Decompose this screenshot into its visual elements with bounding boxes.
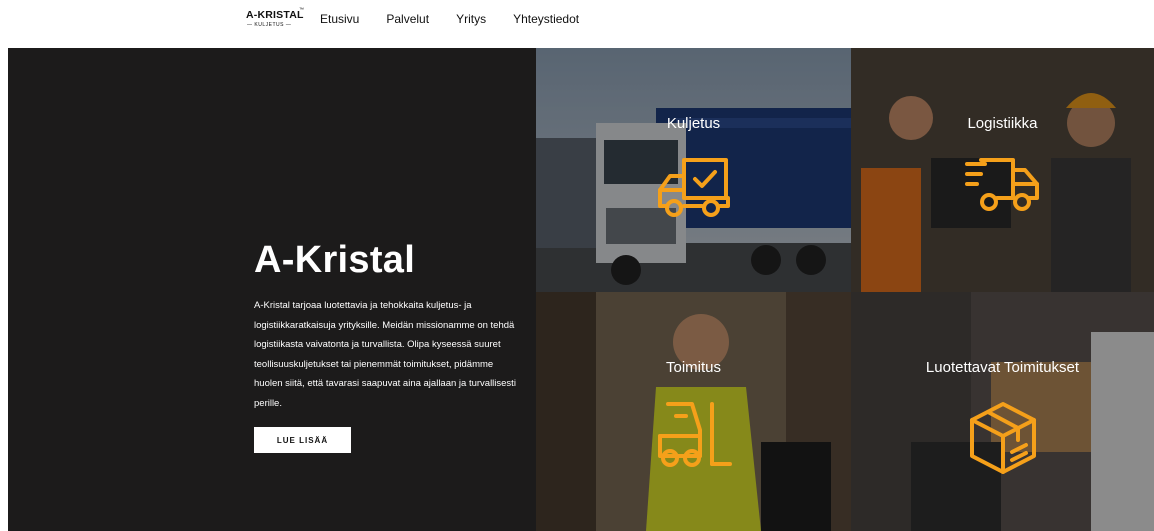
nav-item-yritys[interactable]: Yritys: [456, 11, 486, 27]
hero-title: A-Kristal: [254, 239, 416, 281]
hero-description: A-Kristal tarjoaa luotettavia ja tehokka…: [254, 300, 516, 409]
service-tile-toimitus[interactable]: Toimitus: [536, 292, 851, 531]
tile-label: Luotettavat Toimitukset: [925, 359, 1080, 376]
logo-subtitle: — KULJETUS —: [247, 22, 292, 28]
nav-item-etusivu[interactable]: Etusivu: [320, 11, 359, 27]
service-tile-logistiikka[interactable]: Logistiikka: [851, 48, 1154, 292]
forklift-icon: [657, 402, 732, 467]
read-more-button[interactable]: LUE LISÄÄ: [254, 427, 351, 453]
hero-section: A-Kristal A-Kristal tarjoaa luotettavia …: [8, 48, 536, 531]
package-box-icon: [969, 402, 1036, 474]
nav-item-yhteystiedot[interactable]: Yhteystiedot: [513, 11, 579, 27]
tile-label: Logistiikka: [967, 115, 1038, 132]
tile-label: Kuljetus: [666, 115, 721, 132]
service-tile-luotettavat-toimitukset[interactable]: Luotettavat Toimitukset: [851, 292, 1154, 531]
service-tile-kuljetus[interactable]: Kuljetus: [536, 48, 851, 292]
nav-item-palvelut[interactable]: Palvelut: [386, 11, 429, 27]
logo[interactable]: A-KRISTAL ™ — KULJETUS —: [246, 7, 304, 31]
logo-text: A-KRISTAL: [246, 9, 304, 21]
truck-check-icon: [657, 158, 730, 217]
tile-label: Toimitus: [665, 359, 721, 376]
fast-delivery-truck-icon: [964, 158, 1039, 211]
site-header: A-KRISTAL ™ — KULJETUS — Etusivu Palvelu…: [0, 0, 1154, 46]
main-nav: Etusivu Palvelut Yritys Yhteystiedot: [320, 11, 606, 27]
logo-trademark: ™: [299, 7, 304, 13]
